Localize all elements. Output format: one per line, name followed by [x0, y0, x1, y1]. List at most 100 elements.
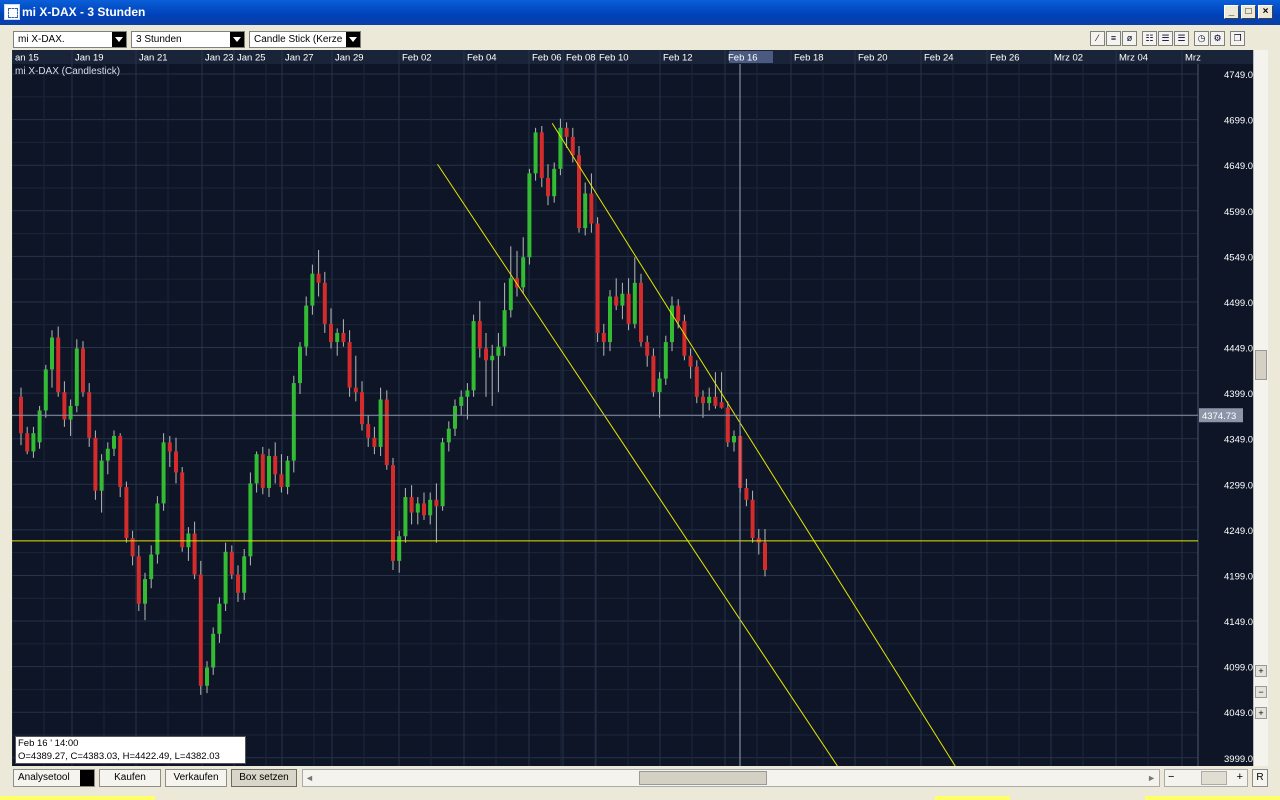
candle-up — [69, 406, 73, 420]
scroll-left-icon[interactable]: ◄ — [305, 773, 314, 783]
chart-svg[interactable]: an 15Jan 19Jan 21Jan 23Jan 25Jan 27Jan 2… — [12, 50, 1253, 766]
candlestick-chart[interactable]: an 15Jan 19Jan 21Jan 23Jan 25Jan 27Jan 2… — [12, 50, 1268, 766]
candle-down — [193, 534, 197, 575]
chart-type-select[interactable]: Candle Stick (Kerze — [249, 31, 361, 48]
date-tick-label: Feb 02 — [402, 53, 432, 64]
footer-highlight-left — [0, 796, 155, 800]
instrument-select-value: mi X-DAX. — [18, 34, 65, 45]
zoom-scrollbar[interactable]: − + — [1164, 769, 1248, 787]
candle-down — [701, 397, 705, 403]
candle-down — [602, 333, 606, 342]
clock-icon[interactable]: ◷ — [1194, 31, 1209, 46]
candle-up — [620, 294, 624, 306]
candle-down — [639, 283, 643, 342]
date-tick-label: Feb 20 — [858, 53, 888, 64]
price-tick-label: 4549.0 — [1224, 252, 1253, 263]
candle-up — [162, 442, 166, 503]
price-tick-label: 4049.0 — [1224, 708, 1253, 719]
chevron-down-icon[interactable] — [230, 32, 244, 47]
price-scroll-thumb[interactable] — [1255, 350, 1267, 380]
candle-up — [155, 503, 159, 554]
interval-select-value: 3 Stunden — [136, 34, 182, 45]
candle-up — [267, 456, 271, 488]
candle-down — [341, 333, 345, 342]
candle-down — [596, 224, 600, 333]
verkaufen-button[interactable]: Verkaufen — [165, 769, 227, 787]
candle-down — [540, 132, 544, 178]
time-scrollbar[interactable]: ◄ ► — [302, 769, 1160, 787]
fib-icon[interactable]: ø — [1122, 31, 1137, 46]
interval-select[interactable]: 3 Stunden — [131, 31, 245, 48]
date-tick-label: Feb 04 — [467, 53, 497, 64]
footer-highlight-right — [1145, 796, 1280, 800]
candle-down — [323, 283, 327, 324]
candle-down — [695, 367, 699, 397]
price-tick-label: 4599.0 — [1224, 207, 1253, 218]
zoom-out-icon[interactable]: − — [1255, 686, 1267, 698]
candle-up — [534, 132, 538, 173]
kaufen-button[interactable]: Kaufen — [99, 769, 161, 787]
date-tick-label: Mrz — [1185, 53, 1201, 64]
grid3-icon[interactable]: ☰ — [1174, 31, 1189, 46]
minimize-button[interactable]: _ — [1224, 5, 1239, 19]
grid-icon[interactable]: ☷ — [1142, 31, 1157, 46]
candle-down — [763, 543, 767, 570]
date-tick-label: Jan 21 — [139, 53, 168, 64]
price-tick-label: 4699.0 — [1224, 116, 1253, 127]
candle-up — [44, 369, 48, 410]
zoom-thumb[interactable] — [1201, 771, 1227, 785]
candle-up — [112, 436, 116, 449]
box-setzen-button[interactable]: Box setzen — [231, 769, 297, 787]
price-tick-label: 4449.0 — [1224, 344, 1253, 355]
price-tick-label: 4499.0 — [1224, 298, 1253, 309]
date-tick-label: Jan 23 — [205, 53, 234, 64]
reset-button[interactable]: R — [1252, 769, 1268, 787]
chevron-down-icon[interactable] — [80, 770, 94, 786]
time-scroll-thumb[interactable] — [639, 771, 767, 785]
candle-down — [180, 472, 184, 547]
candle-down — [726, 408, 730, 443]
current-price-label: 4374.73 — [1202, 411, 1236, 422]
candle-up — [583, 193, 587, 228]
hlines-icon[interactable]: ≡ — [1106, 31, 1121, 46]
chart-type-select-value: Candle Stick (Kerze — [254, 34, 342, 45]
window-icon[interactable]: ❐ — [1230, 31, 1245, 46]
zoom-plus-icon[interactable]: + — [1255, 707, 1267, 719]
chevron-down-icon[interactable] — [112, 32, 126, 47]
maximize-button[interactable]: □ — [1241, 5, 1256, 19]
candle-up — [441, 442, 445, 506]
candle-down — [124, 487, 128, 538]
candle-down — [93, 438, 97, 491]
analysetool-select[interactable]: Analysetool — [13, 769, 95, 787]
price-scrollbar[interactable]: + − + — [1253, 50, 1268, 766]
candle-up — [242, 556, 246, 592]
settings-icon[interactable]: ⚙ — [1210, 31, 1225, 46]
price-tick-label: 3999.0 — [1224, 754, 1253, 765]
candle-down — [682, 321, 686, 356]
zoom-minus-icon[interactable]: − — [1168, 771, 1174, 783]
price-tick-label: 4099.0 — [1224, 663, 1253, 674]
candle-up — [31, 433, 35, 451]
candle-up — [453, 406, 457, 429]
candle-down — [360, 392, 364, 424]
candle-down — [484, 348, 488, 360]
close-button[interactable]: × — [1258, 5, 1273, 19]
zoom-plus-button[interactable]: + — [1237, 771, 1243, 783]
price-tick-label: 4299.0 — [1224, 480, 1253, 491]
instrument-select[interactable]: mi X-DAX. — [13, 31, 127, 48]
candle-down — [199, 575, 203, 686]
candle-up — [490, 356, 494, 361]
zoom-in-icon[interactable]: + — [1255, 665, 1267, 677]
chevron-down-icon[interactable] — [346, 32, 360, 47]
candle-up — [732, 436, 736, 442]
candle-down — [168, 442, 172, 451]
grid2-icon[interactable]: ☰ — [1158, 31, 1173, 46]
candle-down — [273, 456, 277, 474]
pencil-icon[interactable]: ⁄ — [1090, 31, 1105, 46]
date-tick-label: Feb 08 — [566, 53, 596, 64]
scroll-right-icon[interactable]: ► — [1147, 773, 1156, 783]
candle-down — [422, 503, 426, 515]
candle-up — [608, 296, 612, 342]
price-tick-label: 4249.0 — [1224, 526, 1253, 537]
candle-up — [416, 503, 420, 512]
